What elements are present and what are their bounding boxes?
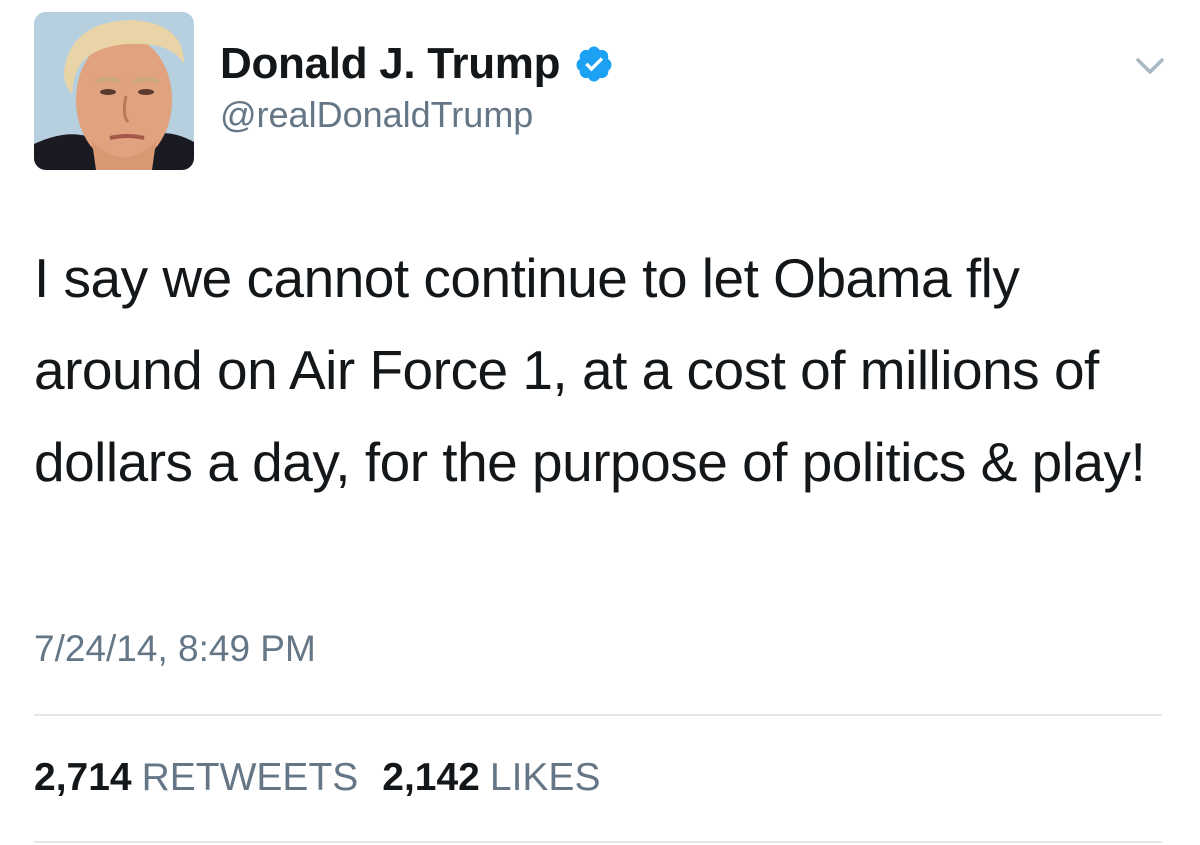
author-info[interactable]: Donald J. Trump @realDonaldTrump xyxy=(220,38,614,136)
likes-count: 2,142 xyxy=(382,756,480,799)
chevron-down-icon[interactable] xyxy=(1132,48,1168,84)
retweets-count: 2,714 xyxy=(34,756,132,799)
author-handle[interactable]: @realDonaldTrump xyxy=(220,94,614,136)
tweet-timestamp[interactable]: 7/24/14, 8:49 PM xyxy=(34,628,316,670)
tweet-text: I say we cannot continue to let Obama fl… xyxy=(34,247,1146,493)
likes-label: LIKES xyxy=(489,756,601,799)
divider xyxy=(34,841,1162,843)
retweets-label: RETWEETS xyxy=(141,756,359,799)
author-name[interactable]: Donald J. Trump xyxy=(220,39,561,89)
avatar-portrait-image xyxy=(34,12,194,170)
retweets-stat[interactable]: 2,714 RETWEETS xyxy=(34,756,358,800)
divider xyxy=(34,714,1162,716)
tweet-card: Donald J. Trump @realDonaldTrump I say w… xyxy=(0,0,1200,845)
likes-stat[interactable]: 2,142 LIKES xyxy=(382,756,600,800)
tweet-stats: 2,714 RETWEETS 2,142 LIKES xyxy=(34,756,624,800)
verified-badge-icon xyxy=(576,46,612,82)
author-name-row: Donald J. Trump xyxy=(220,38,614,90)
avatar[interactable] xyxy=(34,12,194,170)
